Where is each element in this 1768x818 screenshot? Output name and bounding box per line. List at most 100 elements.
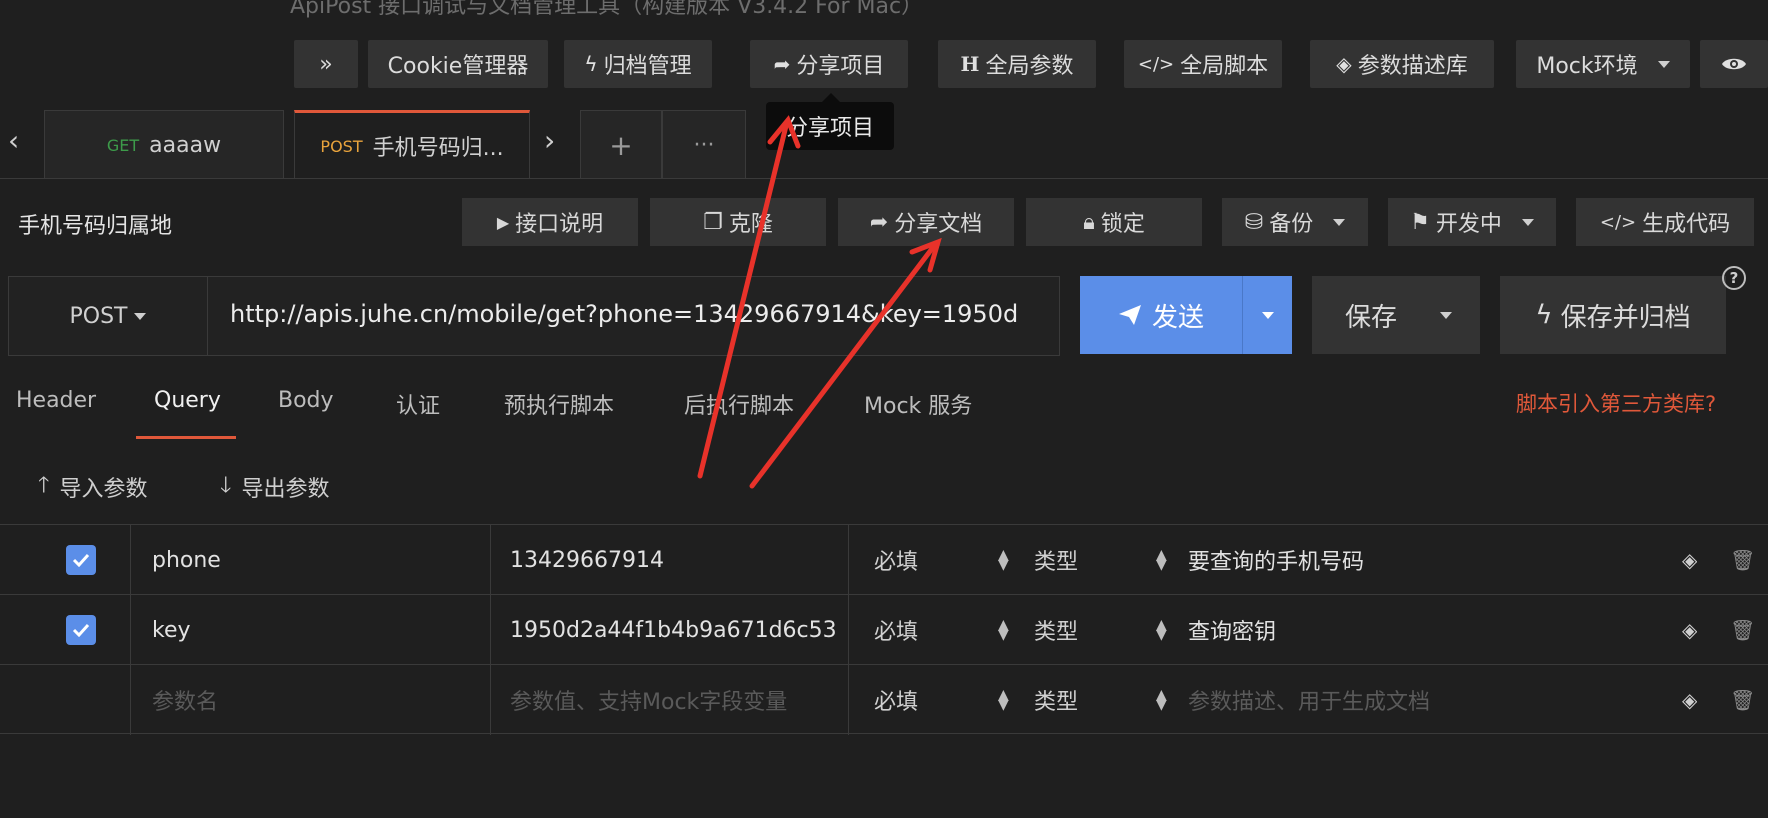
heading-icon: H <box>960 52 980 76</box>
chevron-down-icon <box>1261 311 1274 319</box>
send-options-button[interactable] <box>1242 276 1292 354</box>
chevron-down-icon <box>133 312 146 320</box>
cube-icon[interactable]: ◈ <box>1682 595 1697 665</box>
window-title: ApiPost 接口调试与文档管理工具（构建版本 V3.4.2 For Mac） <box>290 0 924 19</box>
url-input[interactable]: http://apis.juhe.cn/mobile/get?phone=134… <box>230 300 1058 328</box>
param-library-label: 参数描述库 <box>1357 54 1468 79</box>
share-project-tooltip: 分享项目 <box>766 93 894 150</box>
status-label: 开发中 <box>1435 212 1502 237</box>
tab-mock-service[interactable]: Mock 服务 <box>864 388 972 420</box>
code-icon: </> <box>1599 211 1637 233</box>
param-desc-input[interactable]: 要查询的手机号码 <box>1188 525 1648 595</box>
tab-method: POST <box>320 136 363 156</box>
trash-icon[interactable]: 🗑︎ <box>1730 665 1755 735</box>
method-select[interactable]: POST <box>8 276 208 356</box>
tab-header[interactable]: Header <box>16 388 96 413</box>
export-params-label: 导出参数 <box>241 477 330 502</box>
ellipsis-icon: ··· <box>693 132 715 158</box>
flag-icon: ⚑ <box>1410 209 1430 235</box>
import-params-label: 导入参数 <box>59 477 148 502</box>
generate-code-label: 生成代码 <box>1642 212 1731 237</box>
type-select[interactable]: 类型 <box>1034 595 1078 665</box>
chevron-down-icon <box>1521 218 1534 226</box>
lock-button[interactable]: 🔒︎ 锁定 <box>1026 198 1202 246</box>
required-updown-icon: ▲ ▼ <box>998 617 1009 643</box>
archive-manager-label: 归档管理 <box>603 54 692 79</box>
global-script-label: 全局脚本 <box>1180 54 1269 79</box>
param-name-input[interactable]: key <box>152 595 472 665</box>
export-params-button[interactable]: 🡓 导出参数 <box>220 468 329 506</box>
request-title: 手机号码归属地 <box>18 214 173 239</box>
double-chevron-icon: » <box>319 51 333 77</box>
code-icon: </> <box>1137 53 1175 75</box>
eye-icon <box>1722 58 1746 70</box>
api-doc-button[interactable]: ▶ 接口说明 <box>462 198 638 246</box>
help-icon[interactable]: ? <box>1722 266 1746 290</box>
type-updown-icon: ▲ ▼ <box>1156 547 1167 573</box>
param-name-input[interactable]: phone <box>152 525 472 595</box>
share-project-label: 分享项目 <box>796 54 885 79</box>
tab-phone-lookup[interactable]: POST 手机号码归... <box>294 110 530 179</box>
archive-manager-button[interactable]: ϟ 归档管理 <box>564 40 712 88</box>
send-button[interactable]: 发送 <box>1080 276 1242 354</box>
expand-button[interactable]: » <box>294 40 358 88</box>
cube-icon[interactable]: ◈ <box>1682 525 1697 595</box>
share-doc-button[interactable]: ➦ 分享文档 <box>838 198 1014 246</box>
required-label: 必填 <box>874 550 919 575</box>
bolt-icon: ϟ <box>584 52 598 76</box>
type-updown-icon: ▲ ▼ <box>1156 617 1167 643</box>
param-desc-input[interactable]: 参数描述、用于生成文档 <box>1188 665 1648 735</box>
active-tab-indicator <box>136 436 236 439</box>
save-button[interactable]: 保存 <box>1312 276 1480 354</box>
global-params-button[interactable]: H 全局参数 <box>938 40 1096 88</box>
required-select[interactable]: 必填 <box>874 665 918 735</box>
param-checkbox[interactable] <box>66 595 96 665</box>
tabs-scroll-left[interactable]: ‹ <box>8 124 19 157</box>
send-button-group: 发送 <box>1080 276 1292 354</box>
tabs-scroll-right[interactable]: › <box>544 124 555 157</box>
save-archive-button[interactable]: ϟ 保存并归档 <box>1500 276 1726 354</box>
share-project-button[interactable]: ➦ 分享项目 <box>750 40 908 88</box>
type-select[interactable]: 类型 <box>1034 525 1078 595</box>
param-value-input[interactable]: 13429667914 <box>510 525 850 595</box>
import-params-button[interactable]: 🡑 导入参数 <box>38 468 147 506</box>
tab-aaaaw[interactable]: GET aaaaw <box>44 110 284 179</box>
param-library-button[interactable]: ◈ 参数描述库 <box>1310 40 1494 88</box>
cookie-manager-button[interactable]: Cookie管理器 <box>368 40 548 88</box>
required-select[interactable]: 必填 <box>874 595 918 665</box>
param-value-input[interactable]: 参数值、支持Mock字段变量 <box>510 665 840 735</box>
generate-code-button[interactable]: </> 生成代码 <box>1576 198 1754 246</box>
tab-auth[interactable]: 认证 <box>396 388 440 420</box>
share-doc-label: 分享文档 <box>894 212 983 237</box>
mock-env-label: Mock环境 <box>1536 54 1638 79</box>
preview-button[interactable] <box>1700 40 1768 88</box>
param-desc-input[interactable]: 查询密钥 <box>1188 595 1648 665</box>
type-label: 类型 <box>1034 620 1079 645</box>
param-name-input[interactable]: 参数名 <box>152 665 472 735</box>
chevron-left-icon: ‹ <box>8 124 20 157</box>
required-select[interactable]: 必填 <box>874 525 918 595</box>
param-value-input[interactable]: 1950d2a44f1b4b9a671d6c53 <box>510 595 850 665</box>
trash-icon[interactable]: 🗑︎ <box>1730 525 1755 595</box>
type-select[interactable]: 类型 <box>1034 665 1078 735</box>
add-tab-button[interactable]: + <box>580 110 662 179</box>
backup-dropdown[interactable]: ⛁ 备份 <box>1222 198 1368 246</box>
clone-button[interactable]: ❐ 克隆 <box>650 198 826 246</box>
status-dropdown[interactable]: ⚑ 开发中 <box>1388 198 1556 246</box>
tab-pre-script[interactable]: 预执行脚本 <box>504 388 614 420</box>
type-label: 类型 <box>1034 690 1079 715</box>
param-checkbox[interactable] <box>66 525 96 595</box>
tab-post-script[interactable]: 后执行脚本 <box>684 388 794 420</box>
tab-query[interactable]: Query <box>154 388 221 413</box>
required-updown-icon: ▲ ▼ <box>998 687 1009 713</box>
mock-env-dropdown[interactable]: Mock环境 <box>1516 40 1690 88</box>
tooltip-text: 分享项目 <box>785 116 874 141</box>
tab-body[interactable]: Body <box>278 388 334 413</box>
send-label: 发送 <box>1151 302 1204 333</box>
third-party-library-link[interactable]: 脚本引入第三方类库? <box>1516 388 1716 418</box>
tab-method: GET <box>106 135 140 155</box>
cube-icon[interactable]: ◈ <box>1682 665 1697 735</box>
more-tabs-button[interactable]: ··· <box>662 110 746 179</box>
global-script-button[interactable]: </> 全局脚本 <box>1124 40 1282 88</box>
trash-icon[interactable]: 🗑︎ <box>1730 595 1755 665</box>
